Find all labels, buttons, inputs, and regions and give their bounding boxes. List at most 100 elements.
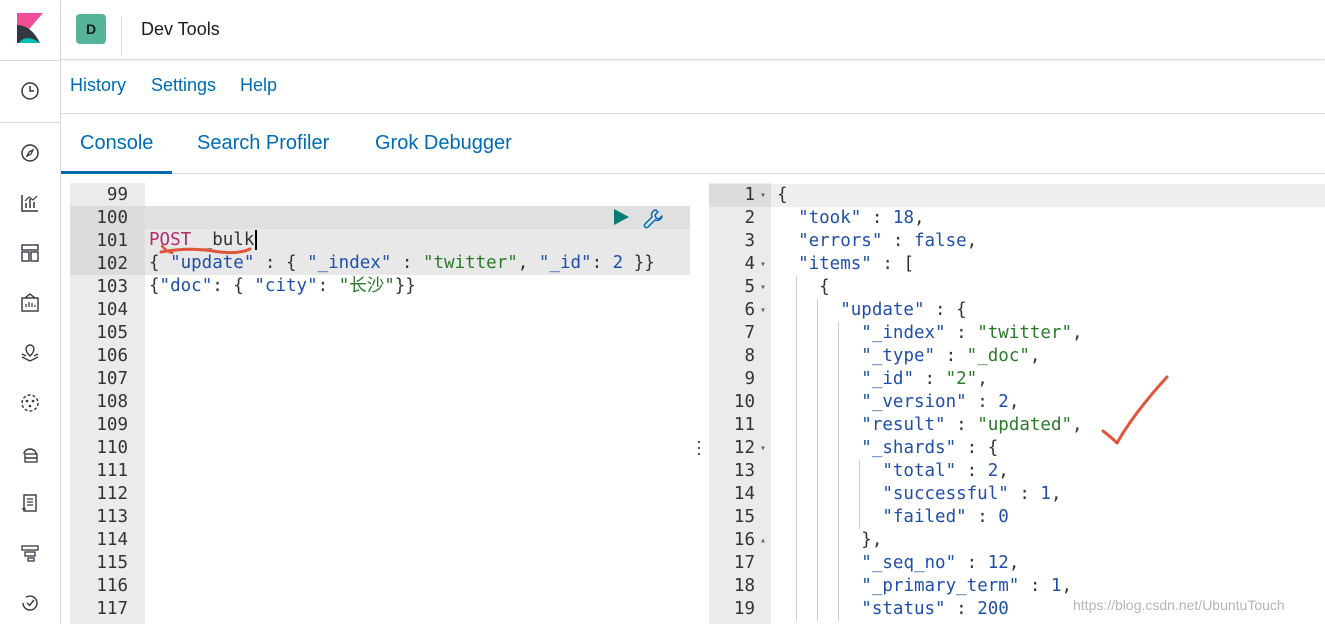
line-number-text: 106 [96, 346, 128, 366]
tab-grok-debugger[interactable]: Grok Debugger [375, 132, 512, 174]
response-code: "failed" : 0 [882, 507, 1009, 527]
response-code: { [819, 277, 830, 297]
line-number-text: 116 [96, 576, 128, 596]
response-code: "result" : "updated", [861, 415, 1083, 435]
response-code: "_primary_term" : 1, [861, 576, 1073, 596]
request-editor[interactable]: 99 100 101 102 103 104 105 106 107 108 109 110 111 11… [70, 183, 690, 624]
line-number-text: 4 [744, 254, 755, 274]
response-line: 5 ▾ { [709, 276, 1325, 299]
response-code: "took" : 18, [798, 208, 925, 228]
space-avatar[interactable]: D [76, 14, 106, 44]
line-number-text: 99 [106, 185, 128, 205]
response-line: 8 "_type" : "_doc", [709, 345, 1325, 368]
wrench-icon[interactable] [642, 207, 664, 229]
clock-icon[interactable] [18, 79, 42, 103]
page-title: Dev Tools [141, 19, 220, 39]
response-code: "successful" : 1, [882, 484, 1062, 504]
line-number-text: 8 [744, 346, 755, 366]
response-code: { [777, 185, 788, 205]
line-number-text: 10 [733, 392, 755, 412]
response-code: }, [861, 530, 883, 550]
response-code: "_index" : "twitter", [861, 323, 1083, 343]
indent-guide [838, 322, 839, 621]
dashboard-icon[interactable] [18, 241, 42, 265]
line-number-text: 11 [733, 415, 755, 435]
line-number-text: 112 [96, 484, 128, 504]
line-number-text: 18 [733, 576, 755, 596]
tab-search-profiler[interactable]: Search Profiler [197, 132, 329, 174]
line-number-text: 19 [733, 599, 755, 619]
tab-console[interactable]: Console [61, 132, 173, 174]
response-line: 15 "failed" : 0 [709, 506, 1325, 529]
canvas-icon[interactable] [18, 291, 42, 315]
compass-icon[interactable] [18, 141, 42, 165]
line-number-text: 12 [733, 438, 755, 458]
line-number-text: 13 [733, 461, 755, 481]
settings-link[interactable]: Settings [151, 75, 216, 96]
logs-icon[interactable] [18, 491, 42, 515]
nav-separator [0, 122, 61, 123]
fold-arrow-icon[interactable]: ▾ [758, 299, 768, 322]
response-code: "total" : 2, [882, 461, 1009, 481]
line-number-text: 115 [96, 553, 128, 573]
top-header: D Dev Tools [61, 0, 1325, 60]
line-number-text: 113 [96, 507, 128, 527]
response-code: "_id" : "2", [861, 369, 988, 389]
line-number-text: 1 [744, 185, 755, 205]
visualize-icon[interactable] [18, 191, 42, 215]
kibana-logo-icon[interactable] [17, 13, 43, 45]
line-number-text: 14 [733, 484, 755, 504]
response-line: 7 "_index" : "twitter", [709, 322, 1325, 345]
maps-icon[interactable] [18, 341, 42, 365]
line-number-text: 117 [96, 599, 128, 619]
left-nav [0, 0, 61, 624]
fold-arrow-icon[interactable]: ▾ [758, 253, 768, 276]
line-number-text: 5 [744, 277, 755, 297]
watermark: https://blog.csdn.net/UbuntuTouch [1073, 597, 1285, 613]
fold-arrow-icon[interactable]: ▾ [758, 276, 768, 299]
line-number-text: 110 [96, 438, 128, 458]
fold-arrow-icon[interactable]: ▾ [758, 184, 768, 207]
indent-guide [859, 460, 860, 529]
infrastructure-icon[interactable] [18, 441, 42, 465]
play-icon[interactable] [612, 208, 630, 226]
response-line: 9 "_id" : "2", [709, 368, 1325, 391]
line-number-text: 2 [744, 208, 755, 228]
help-link[interactable]: Help [240, 75, 277, 96]
uptime-icon[interactable] [18, 591, 42, 615]
line-number-text: 7 [744, 323, 755, 343]
line-number-text: 109 [96, 415, 128, 435]
line-number-text: 6 [744, 300, 755, 320]
response-code: "_shards" : { [861, 438, 999, 458]
response-code: "status" : 200 [861, 599, 1009, 619]
line-number-text: 9 [744, 369, 755, 389]
ml-icon[interactable] [18, 391, 42, 415]
pane-resizer-handle[interactable]: · · · [694, 432, 704, 462]
response-line: 11 "result" : "updated", [709, 414, 1325, 437]
fold-arrow-icon[interactable]: ▾ [758, 437, 768, 460]
line-number-text: 108 [96, 392, 128, 412]
line-number-text: 3 [744, 231, 755, 251]
nav-separator [0, 60, 61, 61]
line-number-text: 105 [96, 323, 128, 343]
history-link[interactable]: History [70, 75, 126, 96]
response-line: 4 ▾ "items" : [ [709, 253, 1325, 276]
apm-icon[interactable] [18, 541, 42, 565]
kibana-dev-tools: D Dev Tools History Settings Help Consol… [0, 0, 1325, 624]
response-line: 13 "total" : 2, [709, 460, 1325, 483]
response-line: 12 ▾ "_shards" : { [709, 437, 1325, 460]
response-line: 17 "_seq_no" : 12, [709, 552, 1325, 575]
response-code: "update" : { [840, 300, 967, 320]
response-code: "items" : [ [798, 254, 914, 274]
response-line: 2 "took" : 18, [709, 207, 1325, 230]
response-line: 14 "successful" : 1, [709, 483, 1325, 506]
unfold-arrow-icon[interactable]: ▴ [758, 529, 768, 552]
dev-tools-menu: History Settings Help [61, 60, 1325, 114]
line-number-text: 111 [96, 461, 128, 481]
response-code: "_version" : 2, [861, 392, 1020, 412]
response-line: 18 "_primary_term" : 1, [709, 575, 1325, 598]
line-number-text: 16 [733, 530, 755, 550]
line-number-text: 107 [96, 369, 128, 389]
response-line: 6 ▾ "update" : { [709, 299, 1325, 322]
response-line: 3 "errors" : false, [709, 230, 1325, 253]
